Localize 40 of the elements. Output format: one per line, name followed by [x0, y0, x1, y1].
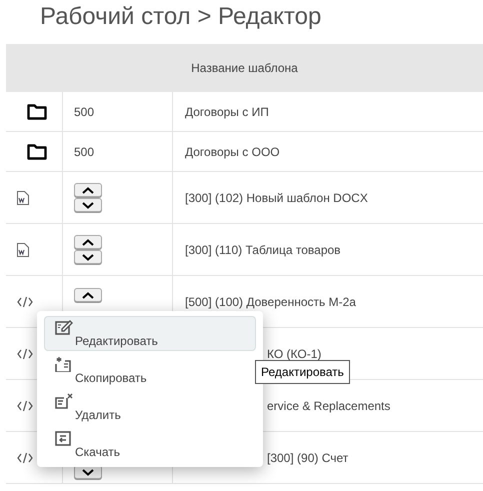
column-header: Название шаблона: [190, 60, 299, 77]
code-icon: [17, 400, 33, 412]
word-file-icon: [17, 190, 29, 204]
table-cell-text: 500: [74, 144, 96, 160]
chevron-down-icon: [82, 468, 94, 476]
template-name[interactable]: Договоры с ИП: [185, 102, 269, 120]
menu-item[interactable]: Скопировать: [44, 353, 256, 388]
folder-icon: [27, 144, 47, 160]
move-up-button[interactable]: [74, 183, 102, 197]
chevron-down-icon: [82, 254, 94, 260]
move-up-button[interactable]: [74, 288, 102, 302]
template-name[interactable]: КО (КО-1): [267, 344, 322, 362]
folder-icon: [27, 104, 47, 120]
edit-icon: [55, 319, 73, 335]
template-name[interactable]: [300] (110) Таблица товаров: [185, 240, 341, 258]
template-name[interactable]: Договоры с ООО: [185, 142, 280, 160]
chevron-up-icon: [82, 292, 94, 298]
template-name[interactable]: [300] (102) Новый шаблон DOCX: [185, 188, 368, 206]
menu-item[interactable]: Редактировать: [44, 316, 256, 351]
download-icon: [55, 430, 73, 446]
copy-icon: [55, 356, 73, 372]
menu-item[interactable]: Удалить: [44, 390, 256, 425]
move-down-button[interactable]: [74, 198, 102, 212]
code-icon: [17, 452, 33, 464]
code-icon: [17, 296, 33, 308]
code-icon: [17, 348, 33, 360]
delete-icon: [55, 393, 73, 409]
template-name[interactable]: [300] (90) Счет: [267, 448, 348, 466]
template-name[interactable]: ervice & Replacements: [267, 396, 390, 414]
template-name[interactable]: [500] (100) Доверенность М-2а: [185, 292, 356, 310]
menu-item[interactable]: Скачать: [44, 427, 256, 462]
table-cell-text: 500: [74, 104, 96, 120]
move-down-button[interactable]: [74, 250, 102, 264]
move-up-button[interactable]: [74, 235, 102, 249]
chevron-up-icon: [82, 186, 94, 194]
chevron-down-icon: [82, 202, 94, 208]
breadcrumb-title: Рабочий стол > Редактор: [40, 2, 322, 32]
word-file-icon: [17, 242, 29, 256]
tooltip: Редактировать: [255, 360, 350, 384]
chevron-up-icon: [82, 238, 94, 246]
